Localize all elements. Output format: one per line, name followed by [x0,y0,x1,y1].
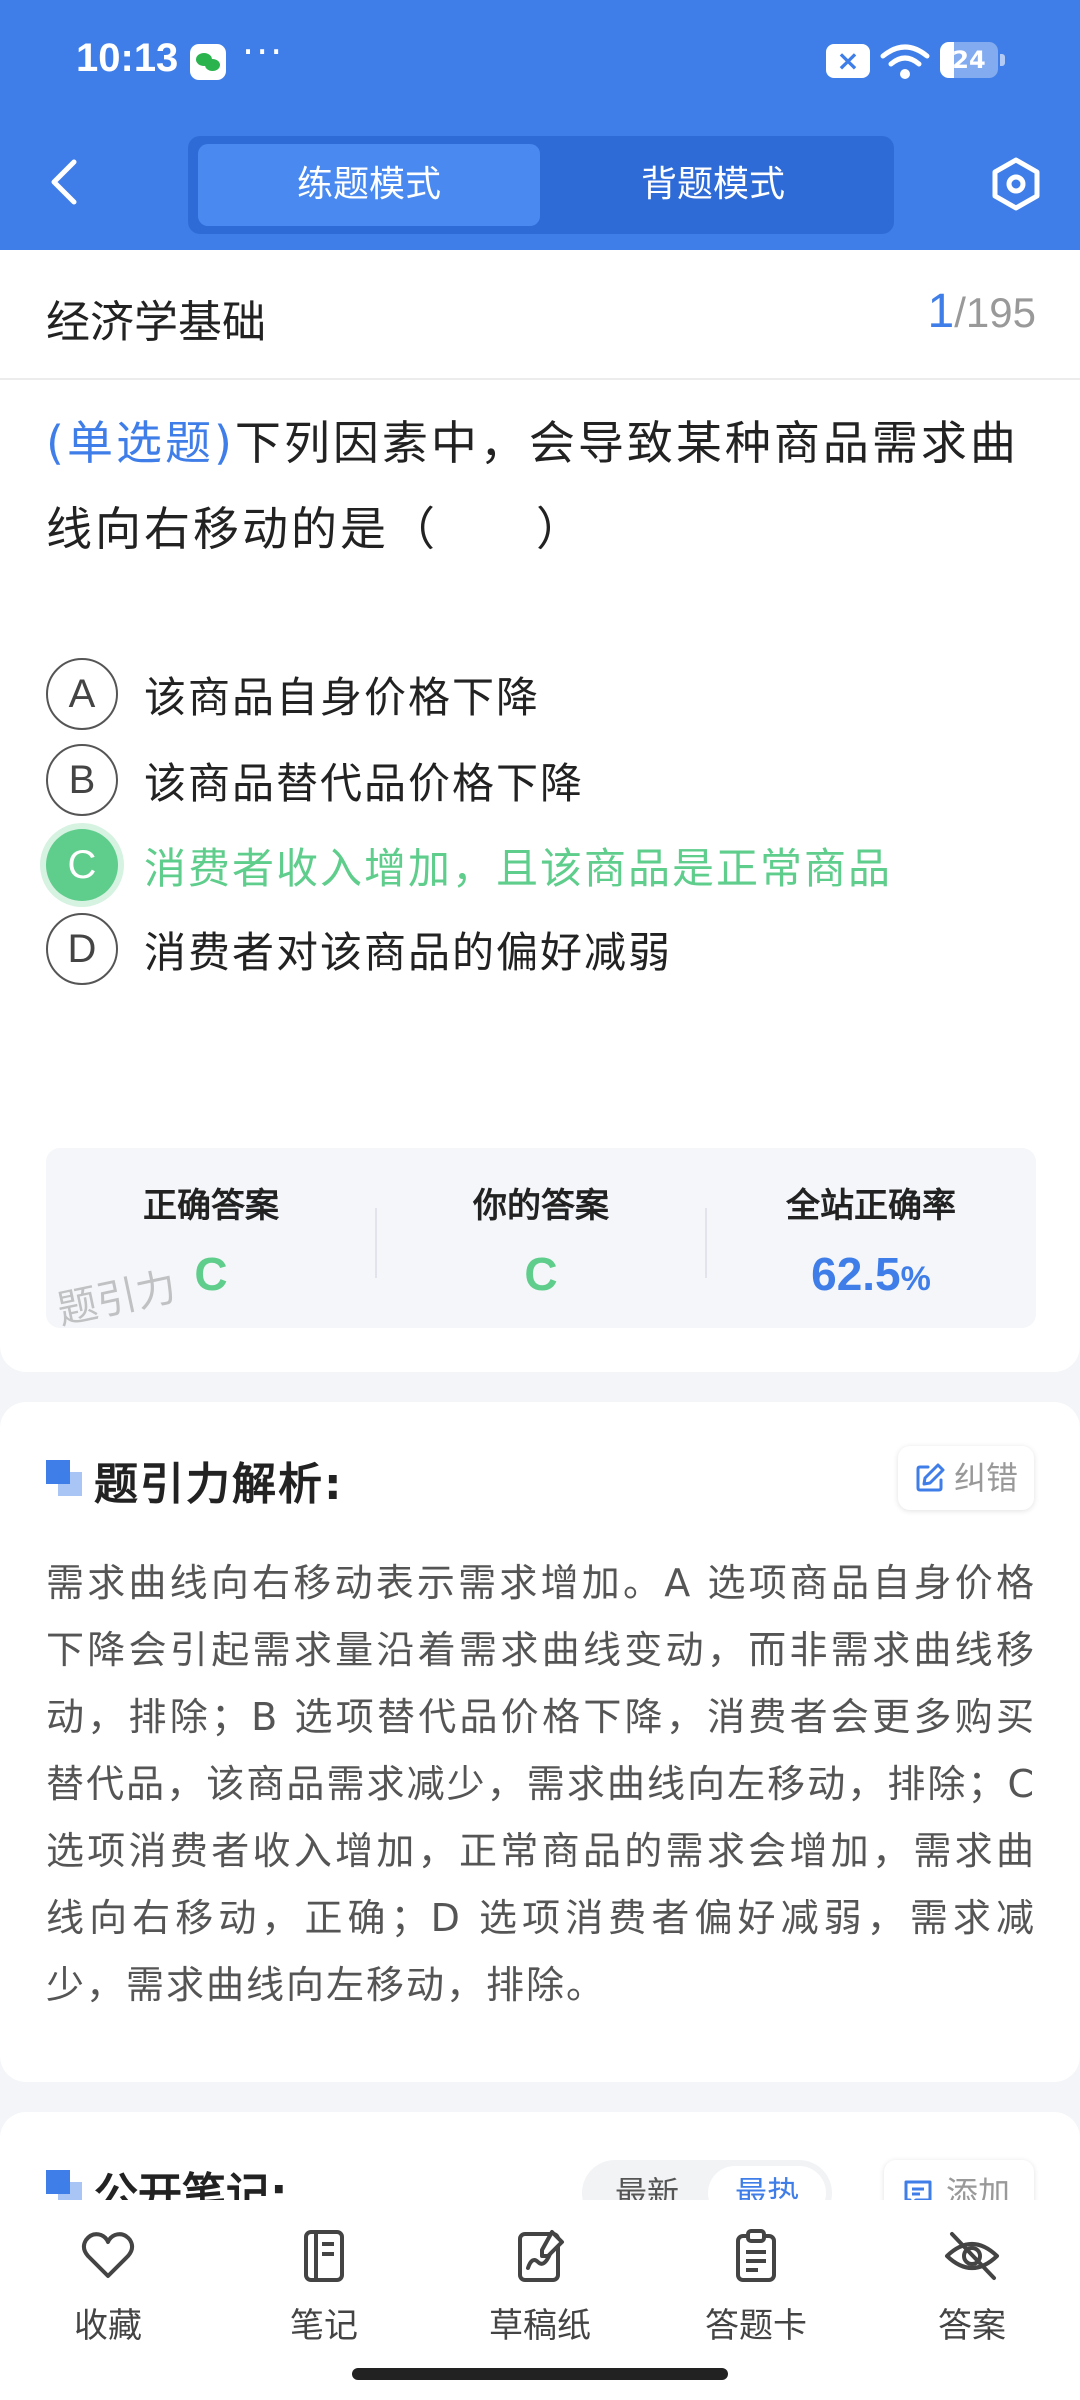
your-answer-label: 你的答案 [473,1186,609,1226]
report-error-label: 纠错 [954,1459,1019,1497]
battery-icon: 24 [940,42,998,78]
option-b[interactable]: B 该商品替代品价格下降 [46,744,1036,816]
analysis-card: 题引力解析: 纠错 需求曲线向右移动表示需求增加。A 选项商品自身价格下降会引起… [0,1402,1080,2082]
bottom-nav: 收藏 笔记 草稿纸 答题卡 答案 [0,2200,1080,2400]
analysis-text: 需求曲线向右移动表示需求增加。A 选项商品自身价格下降会引起需求量沿着需求曲线变… [46,1561,1036,2007]
home-indicator[interactable] [352,2368,728,2380]
app-header: 10:13 ··· × 24 练题模式 背题模式 [0,0,1080,250]
nav-label: 收藏 [74,2306,142,2346]
battery-tip [1000,54,1005,66]
answer-summary: 正确答案 C 你的答案 C 全站正确率 62.5% 题引力 [46,1148,1036,1334]
option-text: 该商品替代品价格下降 [144,759,585,808]
accuracy-col: 全站正确率 62.5% [706,1178,1036,1301]
analysis-title: 题引力解析: [94,1459,344,1510]
answer-sheet-icon [736,2229,776,2282]
question-text: (单选题)下列因素中，会导致某种商品需求曲线向右移动的是（ ） [46,400,1036,572]
option-letter: D [46,913,118,985]
question-card: 经济学基础 1/195 (单选题)下列因素中，会导致某种商品需求曲线向右移动的是… [0,250,1080,1372]
option-text: 该商品自身价格下降 [144,673,541,722]
subject-title: 经济学基础 [46,297,266,348]
edit-icon [916,1463,945,1492]
nav-draft-paper[interactable]: 草稿纸 [450,2226,630,2347]
heart-icon [81,2232,135,2278]
status-bar: 10:13 ··· × 24 [0,30,1080,92]
option-text: 消费者对该商品的偏好减弱 [144,928,673,977]
mode-toggle: 练题模式 背题模式 [188,136,894,234]
question-type: (单选题) [46,416,235,470]
question-progress[interactable]: 1/195 [928,284,1036,339]
nav-label: 草稿纸 [489,2306,591,2346]
draft-paper-icon [518,2230,564,2282]
nav-label: 答题卡 [705,2306,807,2346]
accuracy-unit: % [900,1260,931,1298]
option-c[interactable]: C 消费者收入增加，且该商品是正常商品 [46,829,1036,901]
settings-button[interactable] [988,156,1044,212]
nav-favorite[interactable]: 收藏 [18,2226,198,2347]
back-button[interactable] [40,152,90,212]
option-a[interactable]: A 该商品自身价格下降 [46,658,1036,730]
your-answer-col: 你的答案 C [376,1178,706,1301]
option-text: 消费者收入增加，且该商品是正常商品 [144,844,893,893]
tab-memorize-mode[interactable]: 背题模式 [542,144,884,226]
your-answer-value: C [524,1248,558,1300]
notebook-icon [304,2230,344,2282]
report-error-button[interactable]: 纠错 [898,1446,1034,1510]
wifi-icon [880,44,930,79]
accuracy-label: 全站正确率 [786,1186,956,1226]
total-questions: /195 [954,289,1036,336]
current-question-number: 1 [927,285,955,338]
option-d[interactable]: D 消费者对该商品的偏好减弱 [46,913,1036,985]
nav-answer-sheet[interactable]: 答题卡 [666,2226,846,2347]
mute-x-icon: × [826,44,870,78]
eye-off-icon [945,2232,999,2280]
tab-practice-mode[interactable]: 练题模式 [198,144,540,226]
accuracy-number: 62.5 [811,1248,901,1300]
wechat-icon [190,44,226,80]
more-notifications-icon: ··· [242,30,285,74]
status-time: 10:13 [76,36,179,80]
option-letter: A [46,658,118,730]
nav-label: 笔记 [290,2306,358,2346]
correct-answer-label: 正确答案 [143,1186,279,1226]
option-letter: C [46,829,118,901]
battery-level: 24 [952,46,986,74]
nav-notes[interactable]: 笔记 [234,2226,414,2347]
section-icon [46,1460,84,1498]
nav-label: 答案 [938,2306,1006,2346]
subject-bar: 经济学基础 1/195 [0,250,1080,380]
nav-answer-toggle[interactable]: 答案 [882,2226,1062,2347]
accuracy-value: 62.5% [706,1247,1036,1301]
option-letter: B [46,744,118,816]
